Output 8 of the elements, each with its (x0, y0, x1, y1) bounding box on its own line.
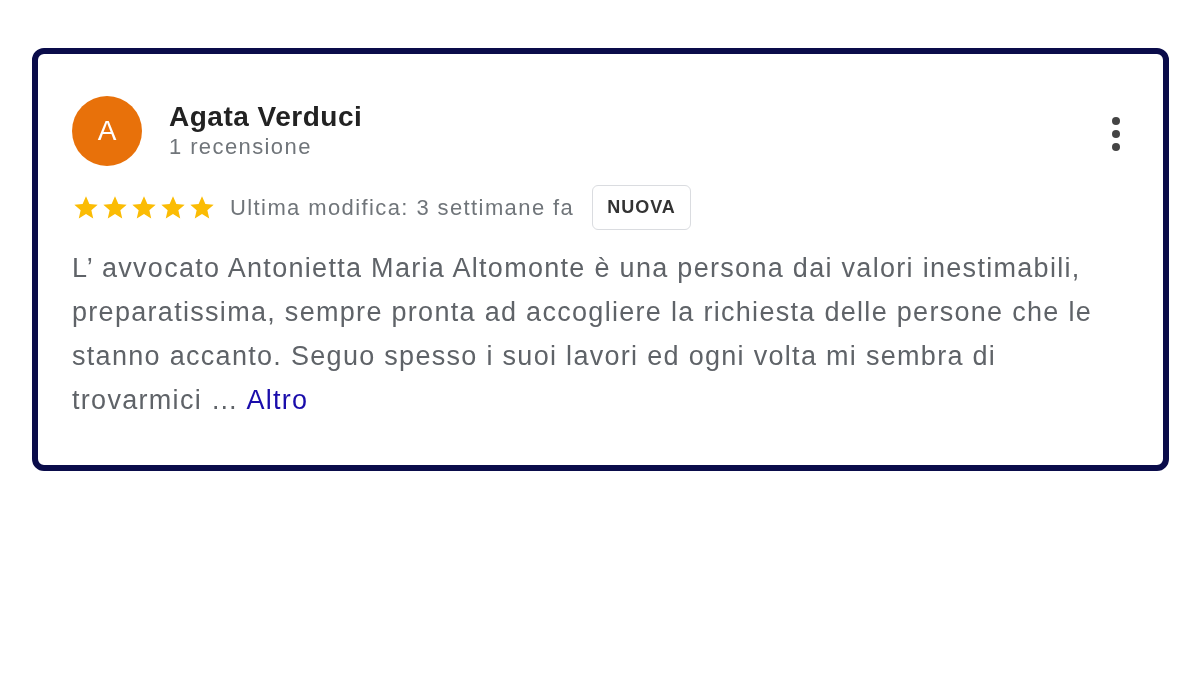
avatar: A (72, 96, 142, 166)
edited-date: Ultima modifica: 3 settimane fa (230, 194, 575, 222)
new-badge: NUOVA (592, 185, 691, 230)
more-link[interactable]: Altro (246, 385, 309, 415)
review-count: 1 recensione (169, 133, 313, 161)
more-options-icon[interactable] (1111, 116, 1121, 152)
review-text: L’ avvocato Antonietta Maria Altomonte è una persona dai valori inestimabili, preparatissima, sempre pronta ad accogliere la richiesta delle persone che le stanno accanto. Seguo spesso i suoi lavori ed ogni volta mi sembra di trovarmici … Altro (72, 252, 1094, 417)
reviewer-name[interactable]: Agata Verduci (169, 101, 363, 133)
